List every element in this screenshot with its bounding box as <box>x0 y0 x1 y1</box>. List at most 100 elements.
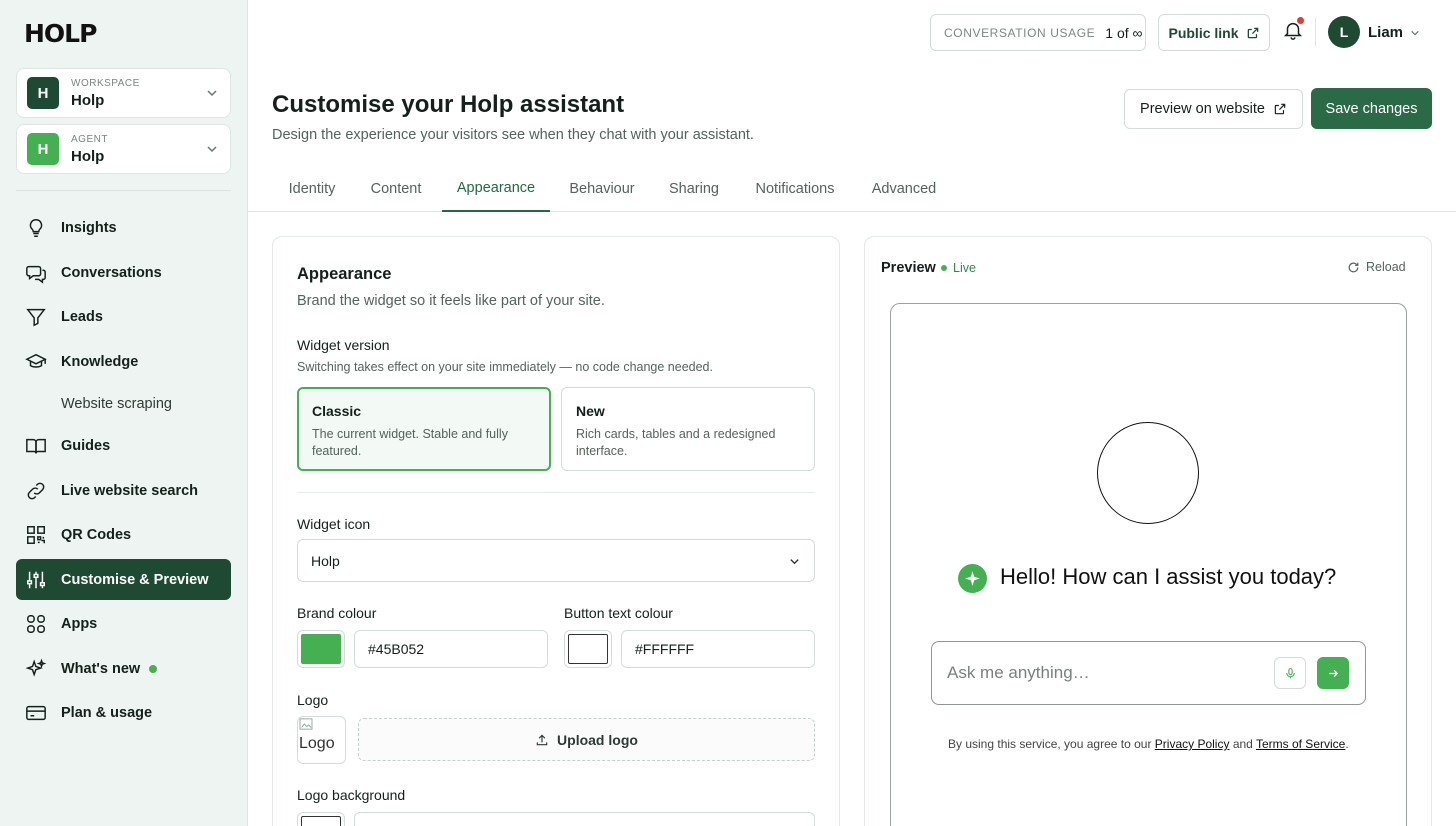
send-button[interactable] <box>1317 657 1349 689</box>
sliders-icon <box>25 569 47 591</box>
sparkles-icon <box>25 658 47 680</box>
sidebar-item-customise-preview[interactable]: Customise & Preview <box>16 559 231 600</box>
sidebar-item-qr-codes[interactable]: QR Codes <box>16 514 231 555</box>
preview-on-website-button[interactable]: Preview on website <box>1124 89 1303 129</box>
chevron-down-icon <box>207 146 217 153</box>
agent-caption: AGENT <box>71 133 108 145</box>
sidebar-item-knowledge[interactable]: Knowledge <box>16 341 231 382</box>
sidebar-item-plan-usage[interactable]: Plan & usage <box>16 692 231 733</box>
lightbulb-icon <box>25 217 47 239</box>
agent-value: Holp <box>71 147 105 165</box>
sidebar-item-website-scraping[interactable]: Website scraping <box>16 383 231 424</box>
sidebar-item-label: Conversations <box>61 264 162 281</box>
sidebar-item-label: Plan & usage <box>61 704 153 721</box>
sidebar-item-whats-new[interactable]: What's new <box>16 648 231 689</box>
upload-icon <box>536 734 548 745</box>
live-status-dot <box>941 265 947 271</box>
page-subtitle: Design the experience your visitors see … <box>272 127 754 143</box>
appearance-subtitle: Brand the widget so it feels like part o… <box>297 293 605 309</box>
sidebar-item-label: Leads <box>61 308 103 325</box>
page-title: Customise your Holp assistant <box>272 91 625 118</box>
user-name[interactable]: Liam <box>1368 24 1403 41</box>
tab-identity[interactable]: Identity <box>272 165 352 212</box>
widget-version-option-classic[interactable]: Classic The current widget. Stable and f… <box>297 387 551 471</box>
logo-background-input[interactable]: #FFFFFF <box>354 812 815 826</box>
tab-sharing[interactable]: Sharing <box>654 165 734 212</box>
sidebar-item-guides[interactable]: Guides <box>16 425 231 466</box>
tab-behaviour[interactable]: Behaviour <box>554 165 650 212</box>
refresh-icon <box>1348 262 1359 272</box>
graduation-cap-icon <box>25 351 47 373</box>
option-title: New <box>576 403 605 419</box>
sidebar-item-label: QR Codes <box>61 526 132 543</box>
tab-notifications[interactable]: Notifications <box>738 165 852 212</box>
option-title: Classic <box>312 403 362 419</box>
tab-advanced[interactable]: Advanced <box>856 165 952 212</box>
privacy-policy-link[interactable]: Privacy Policy <box>1155 737 1230 751</box>
assistant-greeting: Hello! How can I assist you today? <box>1000 564 1337 589</box>
qr-code-icon <box>25 524 47 546</box>
sidebar-item-insights[interactable]: Insights <box>16 207 231 248</box>
widget-icon-value: Holp <box>311 552 340 569</box>
sidebar-item-label: Apps <box>61 615 98 632</box>
agent-selector[interactable]: H AGENT Holp <box>16 124 231 174</box>
sidebar-item-label: Live website search <box>61 482 199 499</box>
logo-background-swatch[interactable] <box>297 812 345 826</box>
widget-version-option-new[interactable]: New Rich cards, tables and a redesigned … <box>561 387 815 471</box>
workspace-selector[interactable]: H WORKSPACE Holp <box>16 68 231 118</box>
usage-label: CONVERSATION USAGE <box>944 25 1096 40</box>
public-link-button[interactable]: Public link <box>1158 14 1270 51</box>
upload-logo-button[interactable]: Upload logo <box>358 718 815 761</box>
new-indicator-dot <box>149 664 158 673</box>
external-link-icon <box>1274 103 1286 115</box>
sidebar-item-apps[interactable]: Apps <box>16 603 231 644</box>
topbar-divider <box>1315 18 1316 46</box>
settings-tabs: Identity Content Appearance Behaviour Sh… <box>248 165 1456 212</box>
sidebar-item-label: Guides <box>61 437 111 454</box>
preview-title: Preview <box>881 260 936 276</box>
broken-image-icon <box>299 718 313 730</box>
tab-content[interactable]: Content <box>356 165 436 212</box>
button-text-colour-swatch[interactable] <box>564 630 612 668</box>
chevron-down-icon[interactable] <box>1410 28 1420 38</box>
sidebar-item-label: Customise & Preview <box>61 571 209 588</box>
funnel-icon <box>25 306 47 328</box>
legal-prefix: By using this service, you agree to our <box>948 737 1152 751</box>
microphone-button[interactable] <box>1274 657 1306 689</box>
legal-notice: By using this service, you agree to our … <box>948 737 1349 751</box>
live-status-label: Live <box>953 261 976 275</box>
notification-dot <box>1297 17 1304 24</box>
button-text-colour-input[interactable]: #FFFFFF <box>621 630 815 668</box>
terms-of-service-link[interactable]: Terms of Service <box>1256 737 1345 751</box>
sidebar-item-live-website-search[interactable]: Live website search <box>16 470 231 511</box>
user-avatar[interactable]: L <box>1328 16 1360 48</box>
assistant-sparkle-icon <box>958 564 987 593</box>
agent-avatar: H <box>27 133 59 165</box>
sidebar-item-label: Knowledge <box>61 353 139 370</box>
open-book-icon <box>25 435 47 457</box>
sidebar-item-conversations[interactable]: Conversations <box>16 252 231 293</box>
widget-version-label: Widget version <box>297 337 390 353</box>
reload-button[interactable]: Reload <box>1347 260 1406 274</box>
brand-colour-swatch[interactable] <box>297 630 345 668</box>
sidebar-item-label: Insights <box>61 219 117 236</box>
workspace-avatar: H <box>27 77 59 109</box>
apps-grid-icon <box>25 613 47 635</box>
microphone-icon <box>1285 667 1295 678</box>
save-changes-button[interactable]: Save changes <box>1311 88 1432 129</box>
external-link-icon <box>1247 27 1258 38</box>
tab-appearance[interactable]: Appearance <box>442 165 550 212</box>
sidebar-item-leads[interactable]: Leads <box>16 296 231 337</box>
holp-logo[interactable]: HOLP <box>24 19 97 48</box>
chevron-down-icon <box>790 559 799 565</box>
brand-colour-input[interactable]: #45B052 <box>354 630 548 668</box>
upload-logo-label: Upload logo <box>557 731 638 748</box>
widget-icon-select[interactable]: Holp <box>297 539 815 582</box>
widget-icon-label: Widget icon <box>297 516 371 532</box>
workspace-caption: WORKSPACE <box>71 77 140 89</box>
conversation-usage-indicator: CONVERSATION USAGE 1 of ∞ <box>930 14 1146 51</box>
preview-on-website-label: Preview on website <box>1140 101 1265 117</box>
widget-version-hint: Switching takes effect on your site imme… <box>297 360 713 374</box>
chat-input-placeholder[interactable]: Ask me anything… <box>947 663 1090 683</box>
sidebar: HOLP H WORKSPACE Holp H AGENT Holp Insig… <box>0 0 248 826</box>
